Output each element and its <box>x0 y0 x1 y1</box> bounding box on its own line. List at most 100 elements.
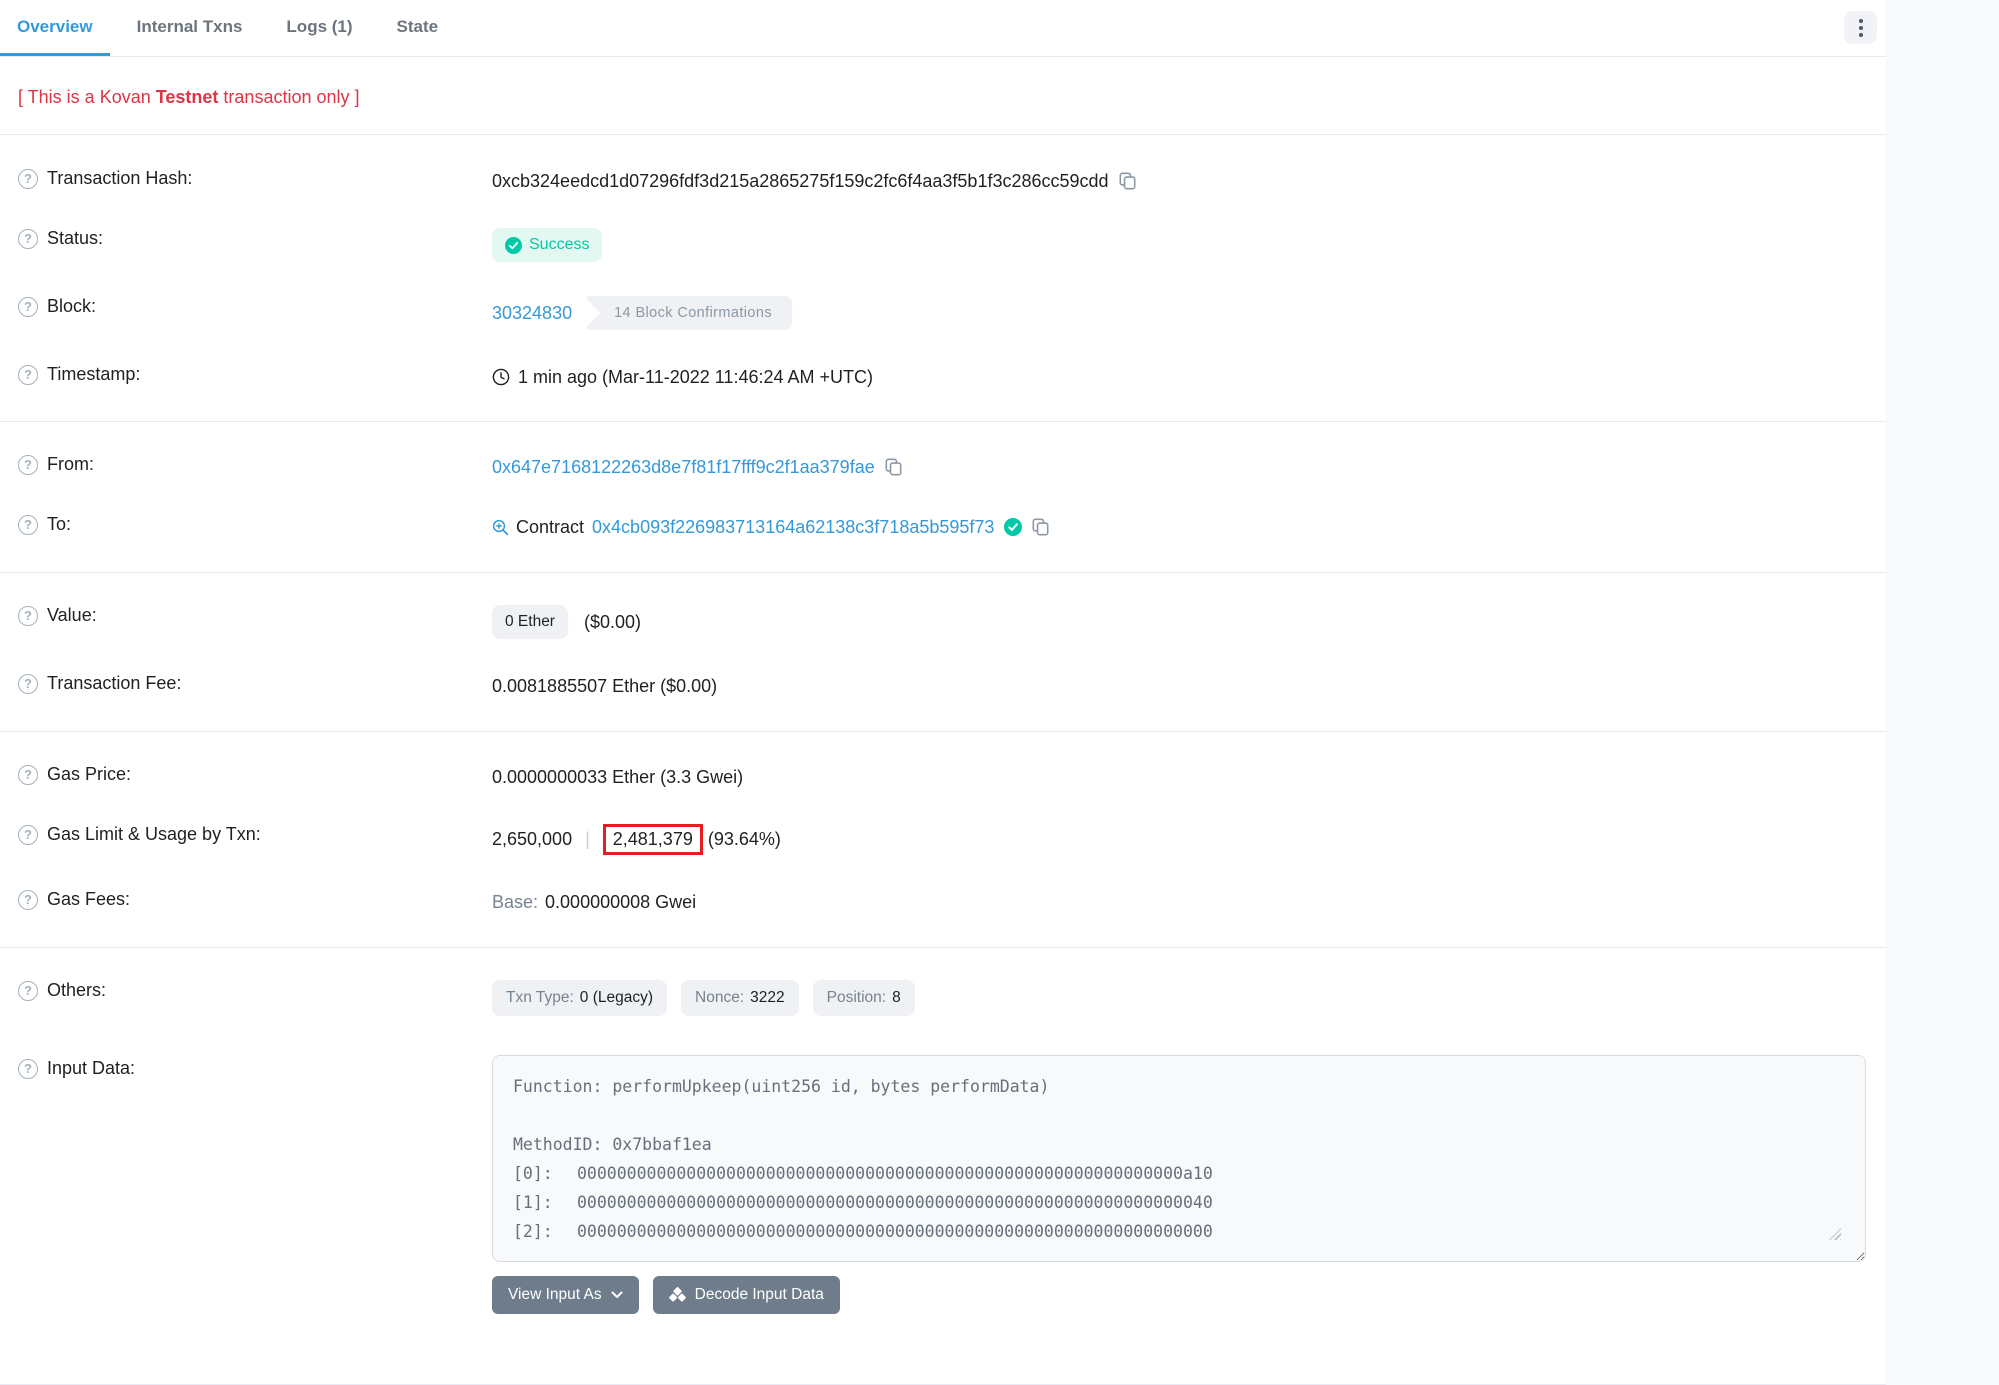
transaction-fee-value: 0.0081885507 Ether ($0.00) <box>492 676 717 697</box>
input-param-line: [2]: 00000000000000000000000000000000000… <box>513 1217 1845 1246</box>
to-address-link[interactable]: 0x4cb093f226983713164a62138c3f718a5b595f… <box>592 517 994 538</box>
gas-used-value: 2,481,379 <box>613 829 693 849</box>
help-icon[interactable]: ? <box>18 229 38 249</box>
row-label: Value: <box>47 605 97 626</box>
row-timestamp: ? Timestamp: 1 min ago (Mar-11-2022 11:4… <box>0 347 1886 407</box>
help-icon[interactable]: ? <box>18 515 38 535</box>
help-icon[interactable]: ? <box>18 890 38 910</box>
help-icon[interactable]: ? <box>18 765 38 785</box>
param-value: 0000000000000000000000000000000000000000… <box>577 1217 1213 1246</box>
notice-suffix: transaction only ] <box>218 87 359 107</box>
clock-icon <box>492 368 510 386</box>
input-data-textarea[interactable]: Function: performUpkeep(uint256 id, byte… <box>492 1055 1866 1262</box>
row-label: Transaction Fee: <box>47 673 181 694</box>
kebab-menu-button[interactable] <box>1844 11 1877 44</box>
row-label: To: <box>47 514 71 535</box>
from-address-link[interactable]: 0x647e7168122263d8e7f81f17fff9c2f1aa379f… <box>492 457 875 478</box>
input-methodid-line: MethodID: 0x7bbaf1ea <box>513 1130 1845 1159</box>
row-label: Transaction Hash: <box>47 168 192 189</box>
gas-used-percent: (93.64%) <box>708 829 781 850</box>
param-index: [1]: <box>513 1188 577 1217</box>
transaction-details-card: Overview Internal Txns Logs (1) State [ … <box>0 0 1886 1385</box>
transaction-hash-value: 0xcb324eedcd1d07296fdf3d215a2865275f159c… <box>492 171 1109 192</box>
row-label: Gas Limit & Usage by Txn: <box>47 824 261 845</box>
row-status: ? Status: Success <box>0 211 1886 279</box>
row-transaction-hash: ? Transaction Hash: 0xcb324eedcd1d07296f… <box>0 151 1886 211</box>
badge-key: Nonce: <box>695 989 744 1007</box>
help-icon[interactable]: ? <box>18 365 38 385</box>
row-to: ? To: Contract 0x4cb093f226983713164a621… <box>0 497 1886 557</box>
gas-base-value: 0.000000008 Gwei <box>545 892 696 913</box>
input-param-line: [1]: 00000000000000000000000000000000000… <box>513 1188 1845 1217</box>
status-badge: Success <box>492 228 602 262</box>
badge-key: Position: <box>827 989 886 1007</box>
check-circle-icon <box>505 237 522 254</box>
row-label: Timestamp: <box>47 364 140 385</box>
input-function-line: Function: performUpkeep(uint256 id, byte… <box>513 1072 1845 1101</box>
notice-bold: Testnet <box>156 87 219 107</box>
decode-input-data-label: Decode Input Data <box>695 1286 824 1304</box>
tab-internal-txns[interactable]: Internal Txns <box>120 0 260 56</box>
help-icon[interactable]: ? <box>18 674 38 694</box>
row-label: Gas Fees: <box>47 889 130 910</box>
notice-prefix: [ This is a Kovan <box>18 87 156 107</box>
gas-limit-value: 2,650,000 <box>492 829 572 850</box>
tab-state[interactable]: State <box>380 0 456 56</box>
param-index: [0]: <box>513 1159 577 1188</box>
input-data-actions: View Input As Decode Input Data <box>492 1276 1866 1314</box>
block-confirmations-badge: 14 Block Confirmations <box>584 296 792 330</box>
tab-overview[interactable]: Overview <box>0 0 110 56</box>
row-label: Input Data: <box>47 1058 135 1079</box>
help-icon[interactable]: ? <box>18 981 38 1001</box>
view-input-as-button[interactable]: View Input As <box>492 1276 639 1314</box>
testnet-notice: [ This is a Kovan Testnet transaction on… <box>0 57 1886 134</box>
to-type-label: Contract <box>516 517 584 538</box>
block-number-link[interactable]: 30324830 <box>492 303 572 324</box>
badge-value: 8 <box>892 989 901 1007</box>
position-badge: Position: 8 <box>813 980 915 1016</box>
param-index: [2]: <box>513 1217 577 1246</box>
gas-used-highlight: 2,481,379 <box>603 824 703 855</box>
row-gas-price: ? Gas Price: 0.0000000033 Ether (3.3 Gwe… <box>0 747 1886 807</box>
value-usd: ($0.00) <box>584 612 641 633</box>
row-label: Gas Price: <box>47 764 131 785</box>
help-icon[interactable]: ? <box>18 455 38 475</box>
copy-icon[interactable] <box>1032 518 1049 536</box>
view-input-as-label: View Input As <box>508 1286 602 1304</box>
help-icon[interactable]: ? <box>18 297 38 317</box>
row-input-data: ? Input Data: Function: performUpkeep(ui… <box>0 1033 1886 1331</box>
decode-input-data-button[interactable]: Decode Input Data <box>653 1276 840 1314</box>
row-others: ? Others: Txn Type: 0 (Legacy) Nonce: 32… <box>0 963 1886 1033</box>
row-label: From: <box>47 454 94 475</box>
value-amount-badge: 0 Ether <box>492 605 568 639</box>
copy-icon[interactable] <box>885 458 902 476</box>
copy-icon[interactable] <box>1119 172 1136 190</box>
row-value: ? Value: 0 Ether ($0.00) <box>0 588 1886 656</box>
gas-price-value: 0.0000000033 Ether (3.3 Gwei) <box>492 767 743 788</box>
help-icon[interactable]: ? <box>18 825 38 845</box>
row-gas-limit-usage: ? Gas Limit & Usage by Txn: 2,650,000 | … <box>0 807 1886 872</box>
magnifier-plus-icon[interactable] <box>492 519 509 536</box>
help-icon[interactable]: ? <box>18 1059 38 1079</box>
help-icon[interactable]: ? <box>18 606 38 626</box>
row-label: Block: <box>47 296 96 317</box>
timestamp-value: 1 min ago (Mar-11-2022 11:46:24 AM +UTC) <box>518 367 873 388</box>
txn-type-badge: Txn Type: 0 (Legacy) <box>492 980 667 1016</box>
row-transaction-fee: ? Transaction Fee: 0.0081885507 Ether ($… <box>0 656 1886 716</box>
row-from: ? From: 0x647e7168122263d8e7f81f17fff9c2… <box>0 437 1886 497</box>
row-block: ? Block: 30324830 14 Block Confirmations <box>0 279 1886 347</box>
input-param-line: [0]: 00000000000000000000000000000000000… <box>513 1159 1845 1188</box>
row-label: Others: <box>47 980 106 1001</box>
cubes-icon <box>669 1287 686 1303</box>
row-label: Status: <box>47 228 103 249</box>
param-value: 0000000000000000000000000000000000000000… <box>577 1159 1213 1188</box>
help-icon[interactable]: ? <box>18 169 38 189</box>
tab-logs[interactable]: Logs (1) <box>269 0 369 56</box>
gas-base-label: Base: <box>492 892 538 913</box>
param-value: 0000000000000000000000000000000000000000… <box>577 1188 1213 1217</box>
nonce-badge: Nonce: 3222 <box>681 980 799 1016</box>
tab-bar: Overview Internal Txns Logs (1) State <box>0 0 1886 57</box>
badge-value: 3222 <box>750 989 784 1007</box>
verified-check-icon <box>1004 518 1022 536</box>
status-text: Success <box>529 236 589 254</box>
